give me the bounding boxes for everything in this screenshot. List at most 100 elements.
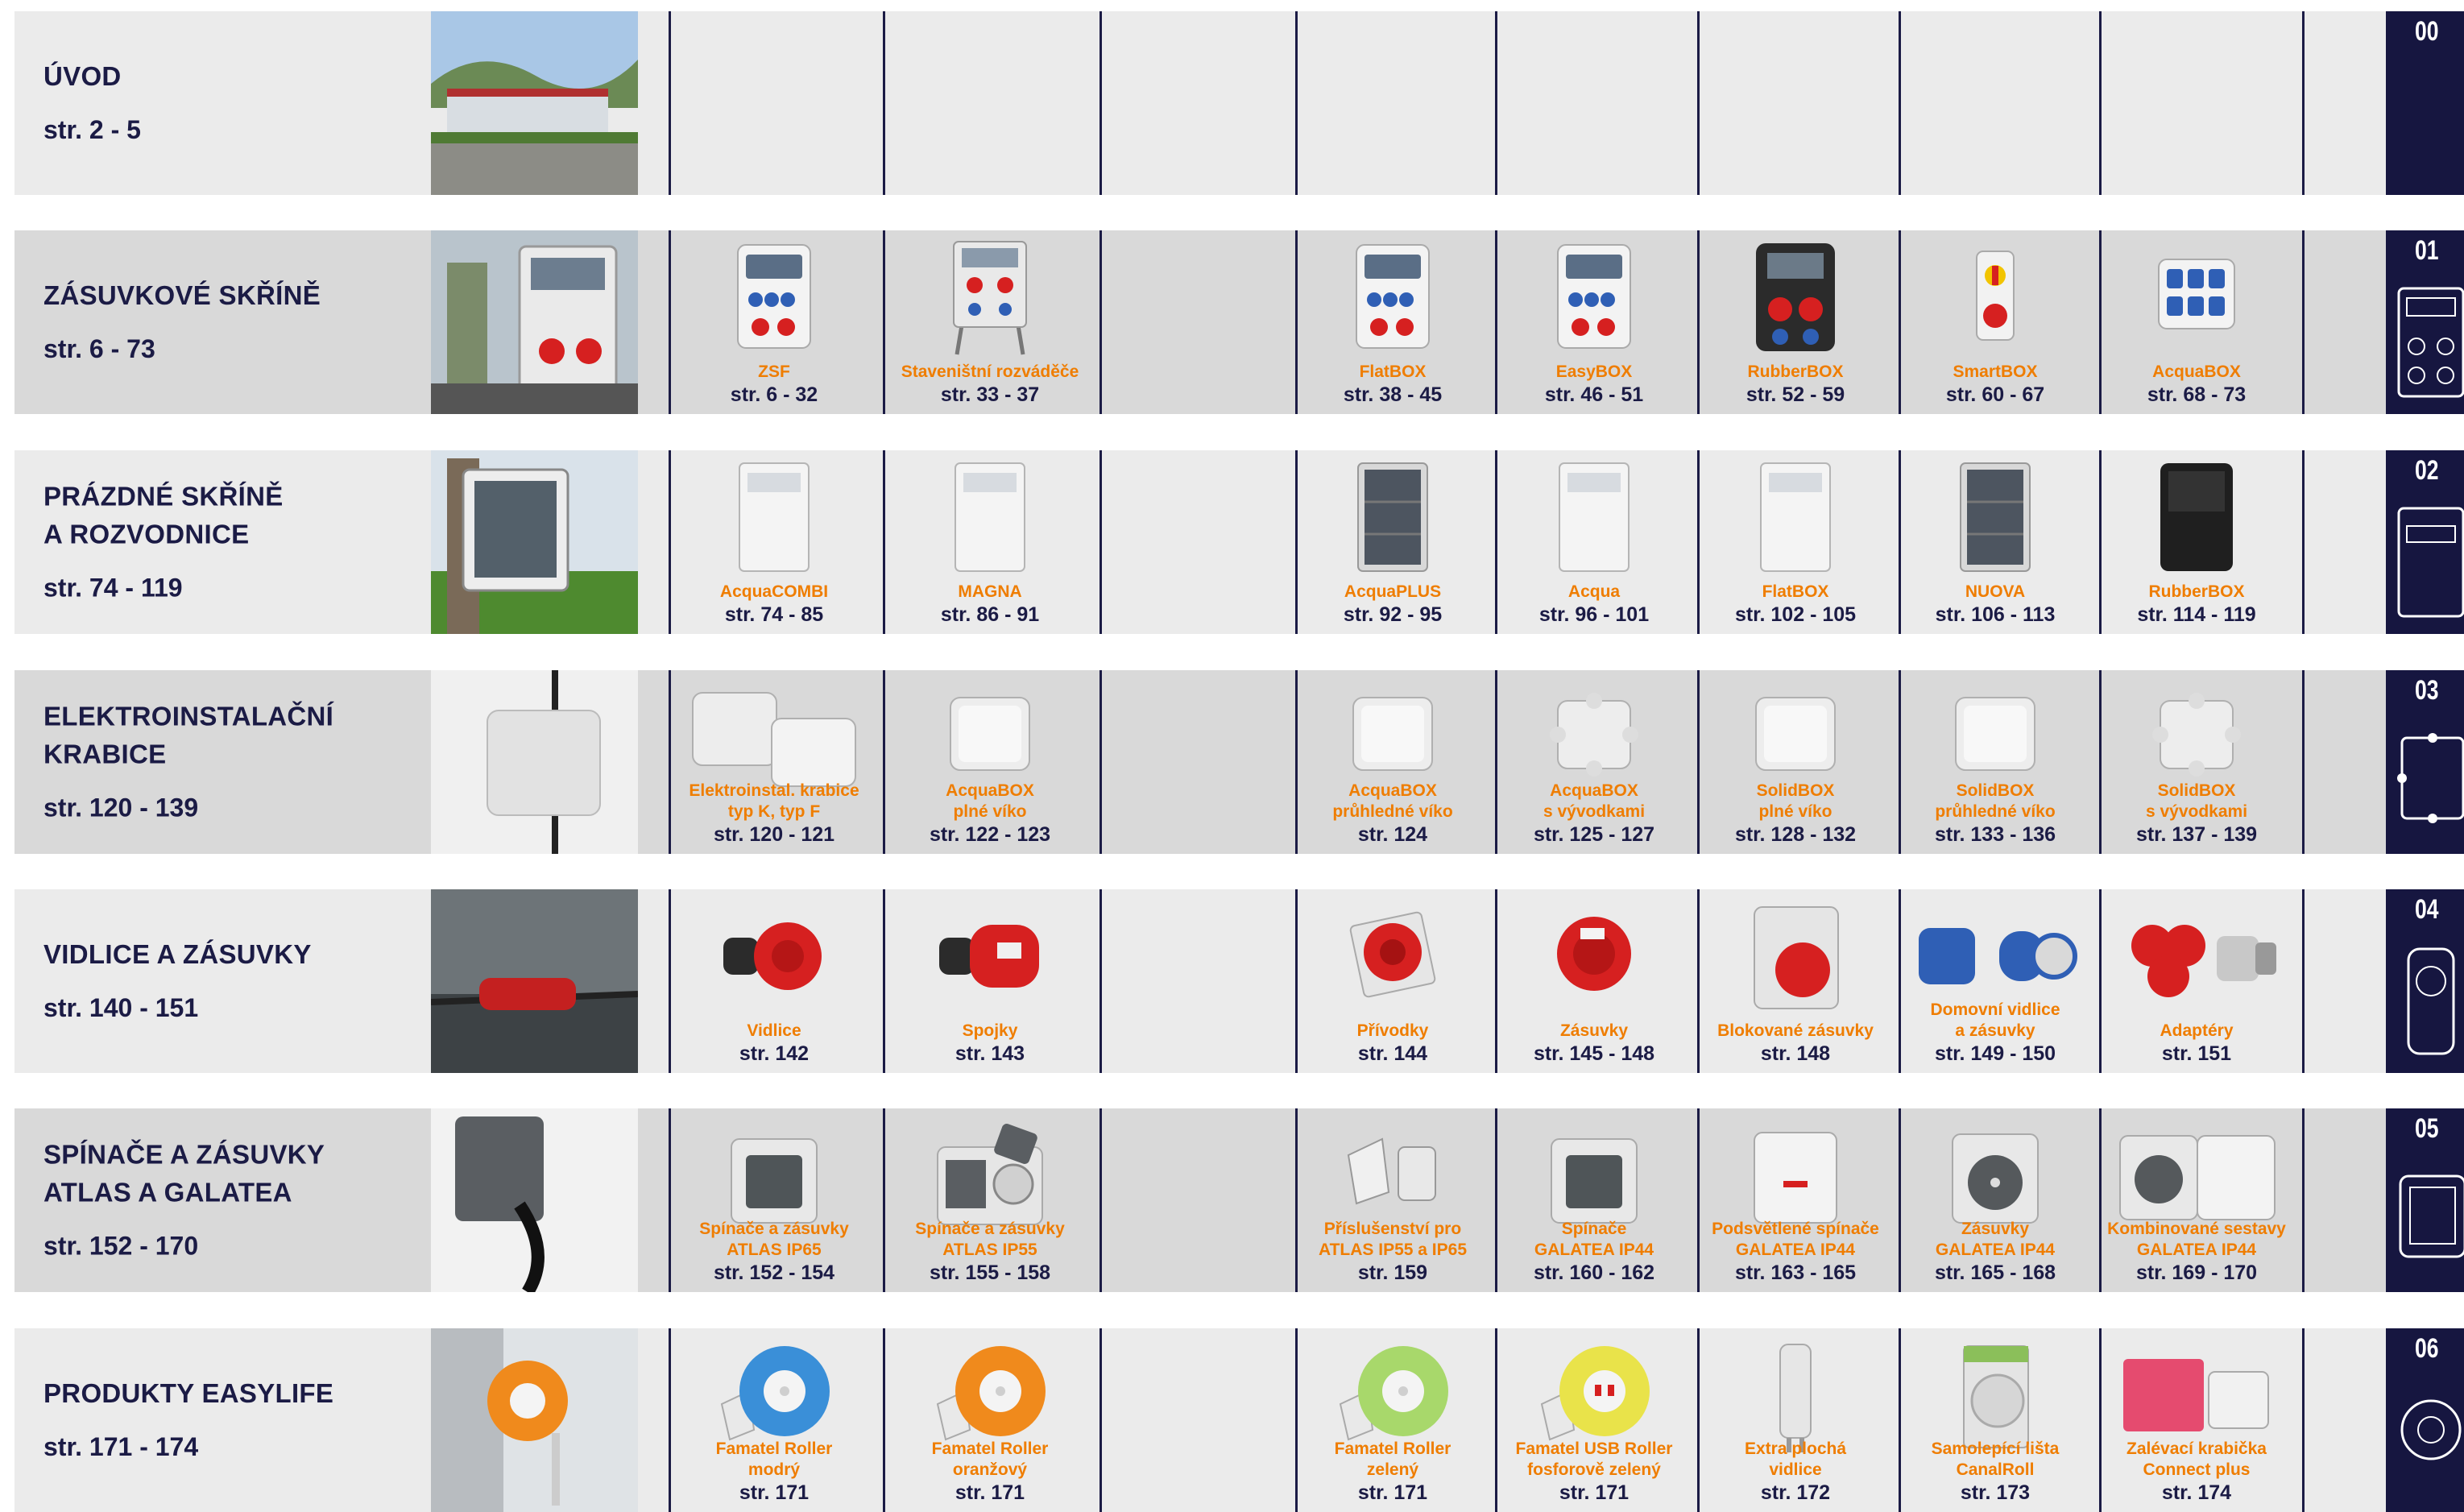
product-pages: str. 160 - 162 [1533,1261,1655,1284]
section-title-cell[interactable]: PRODUKTY EASYLIFE str. 171 - 174 [14,1328,430,1512]
product-name: SolidBOX [2157,781,2236,800]
section-title: ZÁSUVKOVÉ SKŘÍNĚ str. 6 - 73 [43,276,321,368]
section-photo [431,11,638,195]
section-title-cell[interactable]: ZÁSUVKOVÉ SKŘÍNĚ str. 6 - 73 [14,230,430,414]
product-cell[interactable]: Famatel Roller modrý str. 171 [674,1328,874,1512]
product-name: RubberBOX [1747,362,1844,381]
product-cell[interactable]: Famatel USB Roller fosforově zelený str. 1… [1494,1328,1694,1512]
product-cell[interactable]: Spínače a zásuvky ATLAS IP65 str. 152 - 15… [674,1108,874,1292]
product-name: Samolepící lišta [1931,1440,2060,1458]
product-cell[interactable]: SmartBOX str. 60 - 67 [1895,230,2095,414]
product-cell[interactable]: RubberBOX str. 114 - 119 [2097,450,2296,634]
product-pages: str. 171 [955,1481,1025,1504]
product-name: GALATEA IP44 [2136,1241,2257,1259]
product-cell[interactable]: Adaptéry str. 151 [2097,889,2296,1073]
product-cell[interactable]: Samolepící lišta CanalRoll str. 173 [1895,1328,2095,1512]
column-divider [883,230,885,414]
product-cell[interactable]: Spínače a zásuvky ATLAS IP55 str. 155 - 15… [890,1108,1090,1292]
product-cell[interactable]: Famatel Roller oranžový str. 171 [890,1328,1090,1512]
column-divider [883,11,885,195]
section-tab-04[interactable]: 04 [2386,889,2464,1073]
product-cell[interactable]: Spojky str. 143 [890,889,1090,1073]
product-cell[interactable]: Zásuvky GALATEA IP44 str. 165 - 168 [1895,1108,2095,1292]
product-name: MAGNA [958,582,1022,601]
column-divider [1099,1328,1102,1512]
product-caption: Famatel Roller modrý str. 171 [674,1439,874,1506]
product-name: Přívodky [1356,1021,1429,1040]
product-cell[interactable]: NUOVA str. 106 - 113 [1895,450,2095,634]
section-tab-01[interactable]: 01 [2386,230,2464,414]
column-divider [2099,11,2102,195]
section-tab-00[interactable]: 00 [2386,11,2464,195]
product-cell[interactable]: EasyBOX str. 46 - 51 [1494,230,1694,414]
product-cell[interactable]: Přívodky str. 144 [1293,889,1493,1073]
product-cell[interactable]: ZSF str. 6 - 32 [674,230,874,414]
product-cell[interactable]: SolidBOX s vývodkami str. 137 - 139 [2097,670,2296,854]
product-name: typ K, typ F [727,802,821,821]
product-cell[interactable]: AcquaCOMBI str. 74 - 85 [674,450,874,634]
product-cell[interactable]: Domovní vidlice a zásuvky str. 149 - 150 [1895,889,2095,1073]
enclosure-icon [890,457,1090,578]
product-cell[interactable]: Kombinované sestavy GALATEA IP44 str. 169 … [2097,1108,2296,1292]
section-title-cell[interactable]: ÚVOD str. 2 - 5 [14,11,430,195]
product-cell[interactable]: Acqua str. 96 - 101 [1494,450,1694,634]
section-title-line: ZÁSUVKOVÉ SKŘÍNĚ [43,280,321,310]
product-cell[interactable]: Příslušenství pro ATLAS IP55 a IP65 str. 1… [1293,1108,1493,1292]
product-cell[interactable]: Extra plochá vidlice str. 172 [1696,1328,1895,1512]
section-row-03: ELEKTROINSTALAČNÍ KRABICE str. 120 - 139 E… [0,670,2464,854]
section-title-cell[interactable]: SPÍNAČE A ZÁSUVKY ATLAS A GALATEA str. 152… [14,1108,430,1292]
product-cell[interactable]: AcquaBOX str. 68 - 73 [2097,230,2296,414]
section-tab-03[interactable]: 03 [2386,670,2464,854]
product-cell[interactable]: Podsvětlené spínače GALATEA IP44 str. 163 … [1696,1108,1895,1292]
product-pages: str. 52 - 59 [1746,383,1845,406]
section-row-06: PRODUKTY EASYLIFE str. 171 - 174 Famatel … [0,1328,2464,1512]
panel-socket-icon [1494,896,1694,1017]
product-pages: str. 152 - 154 [713,1261,835,1284]
product-cell[interactable]: Famatel Roller zelený str. 171 [1293,1328,1493,1512]
product-cell[interactable]: Elektroinstal. krabice typ K, typ F str. 1… [674,670,874,854]
section-title-cell[interactable]: PRÁZDNÉ SKŘÍNĚ A ROZVODNICE str. 74 - 119 [14,450,430,634]
product-caption: Vidlice str. 142 [674,1021,874,1067]
product-cell[interactable]: AcquaBOX plné víko str. 122 - 123 [890,670,1090,854]
product-cell[interactable]: Staveništní rozváděče str. 33 - 37 [890,230,1090,414]
product-caption: Spínače a zásuvky ATLAS IP65 str. 152 - 15… [674,1219,874,1286]
product-cell[interactable]: Blokované zásuvky str. 148 [1696,889,1895,1073]
product-caption: Staveništní rozváděče str. 33 - 37 [890,362,1090,408]
product-cell[interactable]: Zalévací krabička Connect plus str. 174 [2097,1328,2296,1512]
product-name: AcquaBOX [2152,362,2241,381]
interlocked-socket-icon [1696,896,1895,1017]
switch-icon [1494,1115,1694,1236]
product-cell[interactable]: FlatBOX str. 38 - 45 [1293,230,1493,414]
product-cell[interactable]: AcquaBOX s vývodkami str. 125 - 127 [1494,670,1694,854]
section-tab-05[interactable]: 05 [2386,1108,2464,1292]
product-cell[interactable]: FlatBOX str. 102 - 105 [1696,450,1895,634]
product-name: SmartBOX [1953,362,2038,381]
section-title-cell[interactable]: ELEKTROINSTALAČNÍ KRABICE str. 120 - 139 [14,670,430,854]
section-tab-06[interactable]: 06 [2386,1328,2464,1512]
product-name: AcquaBOX [1348,781,1437,800]
product-cell[interactable]: MAGNA str. 86 - 91 [890,450,1090,634]
product-caption: Zásuvky str. 145 - 148 [1494,1021,1694,1067]
product-cell[interactable]: SolidBOX plné víko str. 128 - 132 [1696,670,1895,854]
column-divider [1099,889,1102,1073]
section-pages: str. 74 - 119 [43,573,183,603]
section-tab-02[interactable]: 02 [2386,450,2464,634]
product-caption: AcquaBOX plné víko str. 122 - 123 [890,781,1090,847]
product-name: Zásuvky [1961,1220,2030,1238]
product-cell[interactable]: AcquaPLUS str. 92 - 95 [1293,450,1493,634]
section-title-cell[interactable]: VIDLICE A ZÁSUVKY str. 140 - 151 [14,889,430,1073]
column-divider [2302,450,2305,634]
product-name: a zásuvky [1955,1021,2035,1040]
product-cell[interactable]: RubberBOX str. 52 - 59 [1696,230,1895,414]
product-cell[interactable]: Zásuvky str. 145 - 148 [1494,889,1694,1073]
junction-box-glands-icon [2097,677,2296,797]
dark-enclosure-icon [1895,457,2095,578]
product-cell[interactable]: Vidlice str. 142 [674,889,874,1073]
product-cell[interactable]: Spínače GALATEA IP44 str. 160 - 162 [1494,1108,1694,1292]
product-name: vidlice [1769,1460,1822,1479]
product-cell[interactable]: AcquaBOX průhledné víko str. 124 [1293,670,1493,854]
product-cell[interactable]: SolidBOX průhledné víko str. 133 - 136 [1895,670,2095,854]
product-caption: SmartBOX str. 60 - 67 [1895,362,2095,408]
product-pages: str. 174 [2161,1481,2232,1504]
product-pages: str. 173 [1960,1481,2031,1504]
